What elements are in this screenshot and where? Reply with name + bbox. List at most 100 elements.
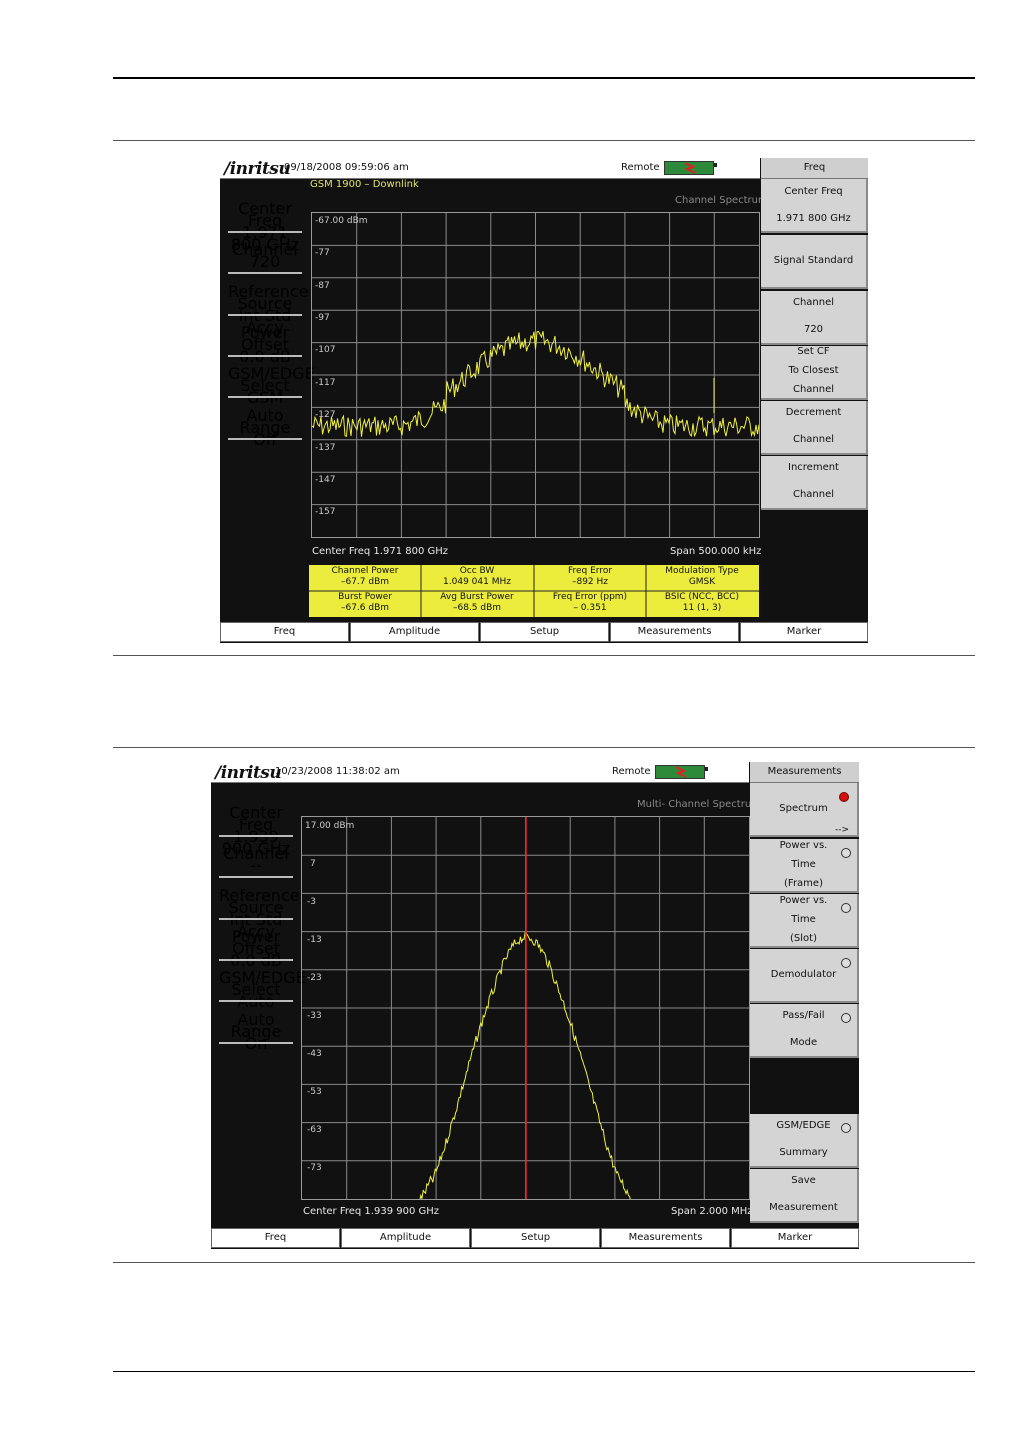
- battery-tip: [714, 163, 717, 167]
- softkey-power-vs-time-frame[interactable]: Power vs. Time (Frame): [750, 839, 859, 893]
- y-tick-label: -127: [315, 410, 336, 420]
- main-menu-bar: Freq Amplitude Setup Measurements Marker: [220, 622, 868, 642]
- measurement-mode-label: Channel Spectrum: [675, 195, 768, 206]
- anritsu-logo: /inritsu: [224, 159, 291, 179]
- y-tick-label: -87: [315, 281, 330, 291]
- softkey-gsm-edge-summary[interactable]: GSM/EDGE Summary: [750, 1114, 859, 1168]
- softkey-spectrum[interactable]: Spectrum -->: [750, 783, 859, 837]
- result-burst-power: Burst Power –67.6 dBm: [338, 592, 392, 613]
- battery-tip: [705, 767, 708, 771]
- softkey-set-cf-to-closest-channel[interactable]: Set CF To Closest Channel: [761, 346, 868, 400]
- y-tick-label: 7: [310, 859, 316, 869]
- tab-freq[interactable]: Freq: [211, 1228, 340, 1248]
- y-tick-label: -33: [307, 1011, 322, 1021]
- result-avg-burst-power: Avg Burst Power –68.5 dBm: [440, 592, 514, 613]
- softkey-signal-standard[interactable]: Signal Standard: [761, 235, 868, 289]
- softkey-demodulator[interactable]: Demodulator: [750, 949, 859, 1003]
- y-tick-label: -157: [315, 507, 336, 517]
- result-channel-power: Channel Power –67.7 dBm: [331, 566, 399, 587]
- y-tick-label: -13: [307, 935, 322, 945]
- param-power-offset: Power Offset0.0 dB: [228, 325, 302, 365]
- radio-unselected-icon: [841, 1123, 851, 1133]
- softkey-center-freq[interactable]: Center Freq 1.971 800 GHz: [761, 179, 868, 233]
- title-bar: /inritsu 09/18/2008 09:59:06 am Remote: [220, 158, 760, 179]
- param-gsm-edge-select: GSM/EDGE SelectAuto: [219, 970, 306, 1010]
- tab-freq[interactable]: Freq: [220, 622, 349, 642]
- radio-unselected-icon: [841, 903, 851, 913]
- param-power-offset: Power Offset0.0 dB: [219, 929, 293, 969]
- anritsu-logo: /inritsu: [215, 763, 282, 783]
- date-time: 10/23/2008 11:38:02 am: [275, 766, 400, 777]
- spectrum-plot: 17.00 dBm 7 -3 -13 -23 -33 -43 -53 -63 -…: [301, 816, 750, 1200]
- tab-amplitude[interactable]: Amplitude: [341, 1228, 470, 1248]
- battery-icon: [664, 161, 714, 175]
- softkey-decrement-channel[interactable]: Decrement Channel: [761, 401, 868, 455]
- remote-indicator: Remote: [612, 766, 651, 777]
- figure-rule-bottom: [113, 655, 975, 656]
- footer-rule: [113, 1371, 975, 1372]
- menu-title: Freq: [761, 158, 868, 179]
- y-tick-label: -23: [307, 973, 322, 983]
- result-modulation-type: Modulation Type GMSK: [665, 566, 739, 587]
- tab-marker[interactable]: Marker: [740, 622, 868, 642]
- softkey-save-measurement[interactable]: Save Measurement: [750, 1169, 859, 1223]
- result-freq-error: Freq Error –892 Hz: [567, 566, 613, 587]
- tab-measurements[interactable]: Measurements: [610, 622, 739, 642]
- param-channel: Channel --: [219, 846, 293, 878]
- tab-setup[interactable]: Setup: [480, 622, 609, 642]
- remote-indicator: Remote: [621, 162, 660, 173]
- screenshot-multi-channel-spectrum: /inritsu 10/23/2008 11:38:02 am Remote M…: [211, 762, 859, 1249]
- y-tick-label: -53: [307, 1087, 322, 1097]
- span-readout: Span 2.000 MHz: [671, 1206, 753, 1217]
- figure-rule-top: [113, 140, 975, 141]
- screenshot-channel-spectrum: /inritsu 09/18/2008 09:59:06 am Remote F…: [220, 158, 868, 643]
- tab-marker[interactable]: Marker: [731, 1228, 859, 1248]
- softkey-power-vs-time-slot[interactable]: Power vs. Time (Slot): [750, 894, 859, 948]
- softkey-channel[interactable]: Channel 720: [761, 291, 868, 345]
- y-tick-label: -73: [307, 1163, 322, 1173]
- spectrum-plot-svg: [302, 817, 749, 1199]
- radio-unselected-icon: [841, 1013, 851, 1023]
- reference-level-label: -67.00 dBm: [315, 216, 368, 226]
- param-channel: Channel 720: [228, 242, 302, 274]
- reference-level-label: 17.00 dBm: [305, 821, 355, 831]
- tab-measurements[interactable]: Measurements: [601, 1228, 730, 1248]
- y-tick-label: -137: [315, 443, 336, 453]
- radio-selected-icon: [839, 792, 849, 802]
- y-tick-label: -3: [307, 897, 316, 907]
- param-gsm-edge-select: GSM/EDGE SelectGSM: [228, 366, 315, 406]
- result-occ-bw: Occ BW 1.049 041 MHz: [443, 566, 511, 587]
- y-tick-label: -43: [307, 1049, 322, 1059]
- submenu-arrow: -->: [834, 825, 849, 835]
- center-freq-readout: Center Freq 1.971 800 GHz: [312, 546, 449, 557]
- radio-unselected-icon: [841, 848, 851, 858]
- tab-setup[interactable]: Setup: [471, 1228, 600, 1248]
- param-auto-range: Auto RangeOff: [228, 408, 302, 448]
- figure-rule-bottom-2: [113, 1262, 975, 1263]
- results-table: Channel Power –67.7 dBm Occ BW 1.049 041 M…: [309, 565, 759, 617]
- result-bsic: BSIC (NCC, BCC) 11 (1, 3): [664, 592, 740, 613]
- radio-unselected-icon: [841, 958, 851, 968]
- spectrum-plot-svg: [312, 213, 759, 537]
- y-tick-label: -77: [315, 248, 330, 258]
- softkey-pass-fail-mode[interactable]: Pass/Fail Mode: [750, 1004, 859, 1058]
- tab-amplitude[interactable]: Amplitude: [350, 622, 479, 642]
- date-time: 09/18/2008 09:59:06 am: [284, 162, 409, 173]
- span-readout: Span 500.000 kHz: [670, 546, 762, 557]
- measurement-mode-label: Multi- Channel Spectrum: [637, 799, 761, 810]
- signal-standard-label: GSM 1900 – Downlink: [310, 179, 419, 190]
- param-auto-range: Auto RangeOn: [219, 1012, 293, 1052]
- battery-icon: [655, 765, 705, 779]
- spectrum-plot: -67.00 dBm -77 -87 -97 -107 -117 -127 -1…: [311, 212, 760, 538]
- main-menu-bar: Freq Amplitude Setup Measurements Marker: [211, 1228, 859, 1248]
- header-rule: [113, 77, 975, 79]
- y-tick-label: -63: [307, 1125, 322, 1135]
- menu-title: Measurements: [750, 762, 859, 783]
- softkey-increment-channel[interactable]: Increment Channel: [761, 456, 868, 510]
- y-tick-label: -147: [315, 475, 336, 485]
- y-tick-label: -107: [315, 345, 336, 355]
- title-bar: /inritsu 10/23/2008 11:38:02 am Remote: [211, 762, 749, 783]
- center-freq-readout: Center Freq 1.939 900 GHz: [303, 1206, 440, 1217]
- y-tick-label: -117: [315, 378, 336, 388]
- y-tick-label: -97: [315, 313, 330, 323]
